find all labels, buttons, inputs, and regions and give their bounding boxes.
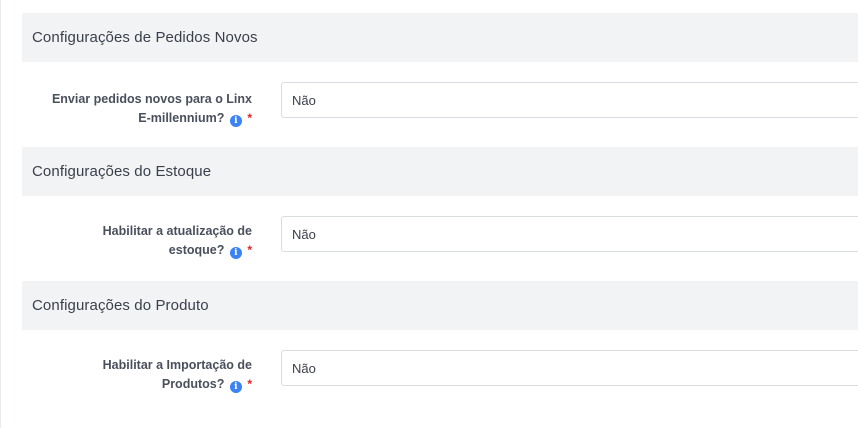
select-value: Não: [292, 92, 316, 108]
product-import-select[interactable]: Não: [281, 350, 858, 386]
section-title: Configurações de Pedidos Novos: [32, 29, 258, 46]
field-row-send-new-orders: Enviar pedidos novos para o Linx E-mille…: [0, 82, 858, 132]
settings-page: Configurações de Pedidos Novos Enviar pe…: [0, 0, 858, 428]
section-title: Configurações do Estoque: [32, 163, 212, 180]
stock-update-select[interactable]: Não: [281, 216, 858, 252]
section-header-stock: Configurações do Estoque: [22, 147, 858, 196]
field-row-product-import: Habilitar a Importação de Produtos? i * …: [0, 350, 858, 400]
info-circle-icon[interactable]: i: [229, 247, 242, 259]
label-line-2: estoque?: [168, 243, 225, 257]
label-line-1: Habilitar a Importação de: [102, 358, 252, 372]
label-line-1: Enviar pedidos novos para o Linx: [51, 92, 252, 106]
field-label: Habilitar a atualização de estoque? i *: [12, 222, 252, 260]
required-asterisk: *: [247, 243, 252, 257]
section-title: Configurações do Produto: [32, 297, 209, 314]
required-asterisk: *: [247, 111, 252, 125]
label-line-2: Produtos?: [161, 377, 225, 391]
label-line-2: E-millennium?: [138, 111, 225, 125]
send-new-orders-select[interactable]: Não: [281, 82, 858, 118]
field-label: Enviar pedidos novos para o Linx E-mille…: [12, 90, 252, 128]
section-header-product: Configurações do Produto: [22, 281, 858, 330]
select-value: Não: [292, 360, 316, 376]
info-circle-icon[interactable]: i: [229, 115, 242, 127]
required-asterisk: *: [247, 377, 252, 391]
select-value: Não: [292, 226, 316, 242]
field-label: Habilitar a Importação de Produtos? i *: [12, 356, 252, 394]
label-line-1: Habilitar a atualização de: [102, 224, 252, 238]
section-header-new-orders: Configurações de Pedidos Novos: [22, 13, 858, 62]
field-row-stock-update: Habilitar a atualização de estoque? i * …: [0, 216, 858, 266]
info-circle-icon[interactable]: i: [229, 381, 242, 393]
